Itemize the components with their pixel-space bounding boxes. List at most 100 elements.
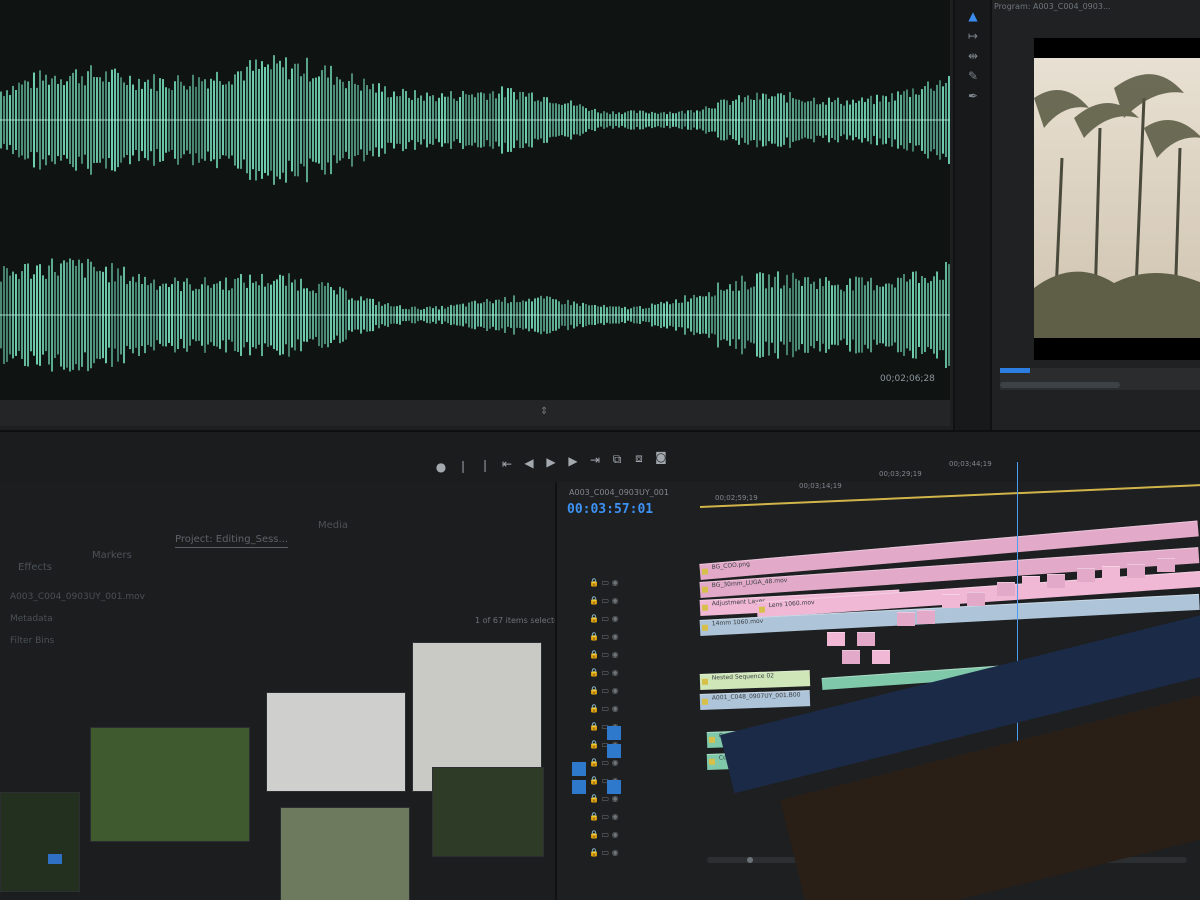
video-track-header[interactable]: 🔒 ▭ ◉ [589, 650, 619, 668]
add-marker-icon[interactable]: ● [432, 458, 450, 476]
audio-track-header[interactable]: 🔒 ▭ ◉ [589, 794, 619, 812]
video-clip[interactable]: A001_C048_0907UY_001.B00 [699, 690, 811, 710]
ruler-label: 00;03;14;19 [799, 482, 842, 490]
program-monitor-panel: Program: A003_C004_0903... [990, 0, 1200, 430]
project-panel: Effects Markers Project: Editing_Sess...… [0, 482, 564, 900]
tab-markers[interactable]: Markers [92, 550, 132, 564]
play-icon[interactable]: ▶ [542, 453, 560, 471]
mark-in-icon[interactable]: ❘ [454, 457, 472, 475]
program-zoom-indicator[interactable] [1000, 368, 1030, 373]
tab-effects[interactable]: Effects [18, 562, 52, 576]
palm-trees-frame [1034, 58, 1200, 339]
fx-badge-icon [701, 568, 709, 575]
video-clip[interactable] [857, 632, 875, 646]
video-clip[interactable] [1127, 564, 1145, 578]
track-target-toggle[interactable] [607, 726, 621, 740]
fx-badge-icon [701, 624, 709, 631]
track-target-toggle[interactable] [607, 780, 621, 794]
media-thumbnail[interactable] [266, 692, 406, 792]
video-clip[interactable] [842, 650, 860, 664]
ruler-label: 00;03;29;19 [879, 470, 922, 478]
track-target-toggle[interactable] [572, 762, 586, 776]
track-target-toggle[interactable] [572, 780, 586, 794]
video-track-header[interactable]: 🔒 ▭ ◉ [589, 578, 619, 596]
pen-tool-icon[interactable]: ✒ [961, 86, 985, 106]
video-clip[interactable] [1022, 576, 1040, 590]
clip-label: BG_COO.png [711, 560, 751, 571]
media-thumbnail[interactable] [280, 807, 410, 900]
fx-badge-icon [708, 758, 716, 765]
tab-media[interactable]: Media [318, 520, 348, 534]
video-clip[interactable]: Nested Sequence 02 [699, 670, 811, 690]
source-timecode: 00;02;06;28 [880, 374, 935, 384]
project-metadata-label: Metadata [10, 614, 53, 624]
video-clip[interactable] [827, 632, 845, 646]
razor-tool-icon[interactable]: ✎ [961, 66, 985, 86]
work-area-bar[interactable] [699, 483, 1200, 508]
video-track-header[interactable]: 🔒 ▭ ◉ [589, 668, 619, 686]
export-frame-icon[interactable]: ◙ [652, 448, 670, 466]
step-forward-icon[interactable]: ▶ [564, 452, 582, 470]
selection-tool-icon[interactable]: ▲ [961, 6, 985, 26]
source-monitor-panel: 00;02;06;28 ⇕ [0, 0, 955, 430]
waveform-center-line [0, 314, 950, 316]
video-track-header[interactable]: 🔒 ▭ ◉ [589, 596, 619, 614]
audio-track-header[interactable]: 🔒 ▭ ◉ [589, 830, 619, 848]
video-clip[interactable] [1102, 566, 1120, 580]
ripple-edit-tool-icon[interactable]: ⇹ [961, 46, 985, 66]
step-back-icon[interactable]: ◀ [520, 454, 538, 472]
audio-track-header[interactable]: 🔒 ▭ ◉ [589, 848, 619, 866]
video-clip[interactable] [917, 610, 935, 624]
timeline-zoom-handle[interactable] [747, 857, 753, 863]
fx-badge-icon [701, 604, 709, 611]
track-select-tool-icon[interactable]: ↦ [961, 26, 985, 46]
tab-project[interactable]: Project: Editing_Sess... [175, 534, 289, 548]
go-to-in-icon[interactable]: ⇤ [498, 455, 516, 473]
ruler-label: 00;02;59;19 [715, 494, 758, 502]
video-clip[interactable] [872, 650, 890, 664]
track-target-toggle[interactable] [607, 744, 621, 758]
source-scrollbar[interactable]: ⇕ [0, 400, 950, 426]
program-scrub-slider[interactable] [1000, 382, 1120, 388]
video-clip[interactable] [942, 594, 960, 608]
video-track-header[interactable]: 🔒 ▭ ◉ [589, 632, 619, 650]
overwrite-icon[interactable]: ⧈ [630, 449, 648, 467]
video-clip[interactable] [1047, 574, 1065, 588]
video-editor-screen: 00;02;06;28 ⇕ ▲ ↦ ⇹ ✎ ✒ Program: A003_C004_0… [0, 0, 1200, 900]
clip-label: Nested Sequence 02 [711, 672, 775, 682]
selected-badge [48, 854, 62, 864]
video-track-header[interactable]: 🔒 ▭ ◉ [589, 686, 619, 704]
video-clip[interactable] [997, 582, 1015, 596]
video-clip[interactable] [1157, 558, 1175, 572]
playhead-line[interactable] [1017, 462, 1018, 782]
program-video-frame [1034, 38, 1200, 360]
program-monitor-title: Program: A003_C004_0903... [994, 2, 1111, 11]
mark-out-icon[interactable]: ❘ [476, 456, 494, 474]
video-clip[interactable] [1077, 568, 1095, 582]
clip-label: 14mm 1060.mov [711, 617, 764, 628]
media-thumbnail[interactable] [0, 792, 80, 892]
video-track-header[interactable]: 🔒 ▭ ◉ [589, 704, 619, 722]
audio-track-header[interactable]: 🔒 ▭ ◉ [589, 758, 619, 776]
project-file-name: A003_C004_0903UY_001.mov [10, 592, 145, 602]
video-clip[interactable] [967, 592, 985, 606]
fx-badge-icon [701, 698, 709, 705]
media-thumbnail[interactable] [90, 727, 250, 842]
video-clip[interactable] [897, 612, 915, 626]
playhead-timecode[interactable]: 00:03:57:01 [567, 502, 653, 517]
transport-controls: ● ❘ ❘ ⇤ ◀ ▶ ▶ ⇥ ⧉ ⧈ ◙ [0, 432, 1200, 482]
clip-label: BG_30mm_LUGA_48.mov [711, 576, 788, 590]
items-selected-count: 1 of 67 items selected [475, 616, 565, 625]
clip-label: Lens 1060.mov [768, 598, 815, 610]
ruler-label: 00;03;44;19 [949, 460, 992, 468]
scroll-icon[interactable]: ⇕ [540, 406, 548, 417]
go-to-out-icon[interactable]: ⇥ [586, 451, 604, 469]
audio-track-header[interactable]: 🔒 ▭ ◉ [589, 812, 619, 830]
tools-panel: ▲ ↦ ⇹ ✎ ✒ [955, 0, 990, 430]
video-track-header[interactable]: 🔒 ▭ ◉ [589, 614, 619, 632]
insert-icon[interactable]: ⧉ [608, 450, 626, 468]
waveform-center-line [0, 119, 950, 121]
media-thumbnail[interactable] [432, 767, 544, 857]
sequence-tab[interactable]: A003_C004_0903UY_001 [569, 488, 669, 497]
clip-label: A001_C048_0907UY_001.B00 [711, 691, 801, 702]
